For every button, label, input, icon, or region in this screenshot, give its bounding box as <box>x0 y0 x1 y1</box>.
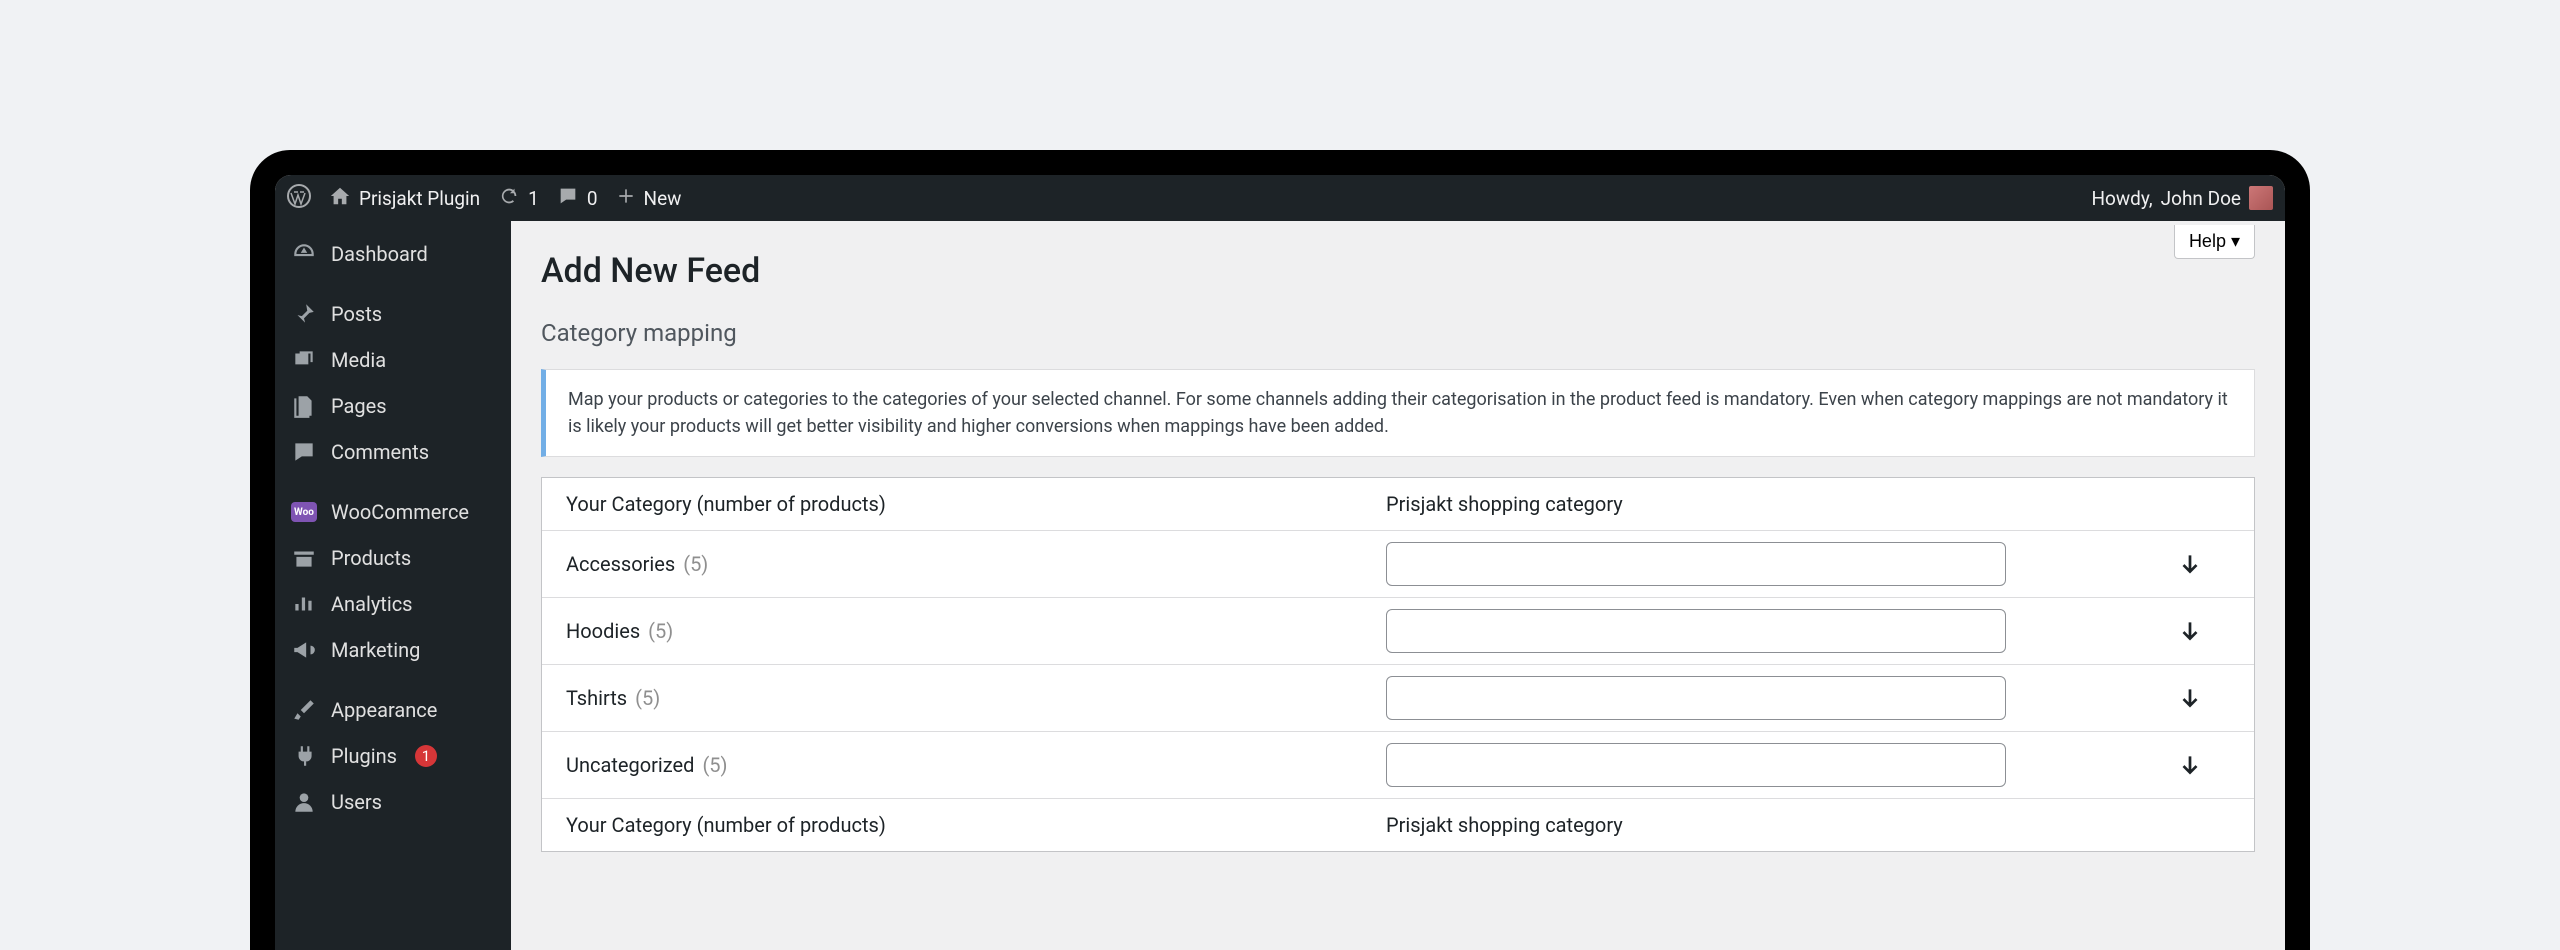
comments-count: 0 <box>587 187 598 210</box>
sidebar-item-label: Posts <box>331 302 382 326</box>
new-label: New <box>644 187 682 210</box>
sidebar-item-users[interactable]: Users <box>275 779 511 825</box>
avatar <box>2249 186 2273 210</box>
pin-icon <box>291 301 317 327</box>
help-button[interactable]: Help ▾ <box>2174 225 2255 259</box>
table-row: Tshirts (5) <box>542 664 2254 731</box>
arrow-down-icon <box>2177 752 2203 778</box>
analytics-icon <box>291 591 317 617</box>
refresh-icon <box>498 185 520 212</box>
arrow-down-icon <box>2177 551 2203 577</box>
table-header: Your Category (number of products) Prisj… <box>542 478 2254 530</box>
pages-icon <box>291 393 317 419</box>
updates-count: 1 <box>528 187 539 210</box>
category-name: Uncategorized <box>566 753 694 777</box>
category-count: (5) <box>702 753 727 777</box>
col-footer-left: Your Category (number of products) <box>566 813 1386 837</box>
category-name: Hoodies <box>566 619 640 643</box>
category-mapping-input[interactable] <box>1386 609 2006 653</box>
sidebar-item-plugins[interactable]: Plugins 1 <box>275 733 511 779</box>
category-mapping-input[interactable] <box>1386 743 2006 787</box>
home-icon <box>329 185 351 212</box>
info-notice: Map your products or categories to the c… <box>541 369 2255 457</box>
products-icon <box>291 545 317 571</box>
category-count: (5) <box>683 552 708 576</box>
sidebar-item-dashboard[interactable]: Dashboard <box>275 231 511 277</box>
megaphone-icon <box>291 637 317 663</box>
wordpress-icon <box>287 184 311 213</box>
screen: Prisjakt Plugin 1 0 <box>275 175 2285 950</box>
admin-bar: Prisjakt Plugin 1 0 <box>275 175 2285 221</box>
updates-link[interactable]: 1 <box>498 185 539 212</box>
table-row: Hoodies (5) <box>542 597 2254 664</box>
new-content-link[interactable]: New <box>616 186 682 211</box>
sidebar-item-posts[interactable]: Posts <box>275 291 511 337</box>
sidebar-item-label: Products <box>331 546 411 570</box>
category-name: Accessories <box>566 552 675 576</box>
plug-icon <box>291 743 317 769</box>
apply-down-button[interactable] <box>2150 551 2230 577</box>
sidebar-item-label: Pages <box>331 394 387 418</box>
category-mapping-input[interactable] <box>1386 676 2006 720</box>
category-count: (5) <box>648 619 673 643</box>
sidebar-item-label: Analytics <box>331 592 413 616</box>
sidebar-item-marketing[interactable]: Marketing <box>275 627 511 673</box>
col-header-right: Prisjakt shopping category <box>1386 492 2230 516</box>
sidebar-item-label: Marketing <box>331 638 420 662</box>
sidebar-item-label: Users <box>331 790 382 814</box>
comment-icon <box>557 185 579 212</box>
category-name-cell: Uncategorized (5) <box>566 753 1386 777</box>
sidebar-item-media[interactable]: Media <box>275 337 511 383</box>
category-name-cell: Accessories (5) <box>566 552 1386 576</box>
sidebar-item-pages[interactable]: Pages <box>275 383 511 429</box>
sidebar-item-comments[interactable]: Comments <box>275 429 511 475</box>
table-row: Uncategorized (5) <box>542 731 2254 798</box>
comments-link[interactable]: 0 <box>557 185 598 212</box>
category-name-cell: Hoodies (5) <box>566 619 1386 643</box>
wp-logo[interactable] <box>287 184 311 213</box>
dashboard-icon <box>291 241 317 267</box>
sidebar-item-label: Appearance <box>331 698 437 722</box>
category-name-cell: Tshirts (5) <box>566 686 1386 710</box>
category-count: (5) <box>635 686 660 710</box>
plus-icon <box>616 186 636 211</box>
page-title: Add New Feed <box>541 221 2255 291</box>
col-footer-right: Prisjakt shopping category <box>1386 813 2230 837</box>
sidebar-item-label: WooCommerce <box>331 500 469 524</box>
update-count-badge: 1 <box>415 745 437 767</box>
category-mapping-input[interactable] <box>1386 542 2006 586</box>
apply-down-button[interactable] <box>2150 618 2230 644</box>
user-name: John Doe <box>2161 187 2241 210</box>
comment-icon <box>291 439 317 465</box>
sidebar-item-woocommerce[interactable]: Woo WooCommerce <box>275 489 511 535</box>
category-name: Tshirts <box>566 686 627 710</box>
user-icon <box>291 789 317 815</box>
site-name-link[interactable]: Prisjakt Plugin <box>329 185 480 212</box>
category-mapping-table: Your Category (number of products) Prisj… <box>541 477 2255 852</box>
howdy-prefix: Howdy, <box>2092 187 2153 210</box>
apply-down-button[interactable] <box>2150 752 2230 778</box>
sidebar-item-label: Media <box>331 348 386 372</box>
laptop-frame: Prisjakt Plugin 1 0 <box>250 150 2310 950</box>
sidebar-item-products[interactable]: Products <box>275 535 511 581</box>
site-name-text: Prisjakt Plugin <box>359 187 480 210</box>
apply-down-button[interactable] <box>2150 685 2230 711</box>
table-footer: Your Category (number of products) Prisj… <box>542 798 2254 851</box>
admin-sidebar: Dashboard Posts Media Pages Comments Woo WooCo… <box>275 221 511 950</box>
table-row: Accessories (5) <box>542 530 2254 597</box>
media-icon <box>291 347 317 373</box>
user-menu[interactable]: Howdy, John Doe <box>2092 186 2274 210</box>
section-title: Category mapping <box>541 319 2255 347</box>
brush-icon <box>291 697 317 723</box>
sidebar-item-label: Dashboard <box>331 242 428 266</box>
woo-icon: Woo <box>291 499 317 525</box>
sidebar-item-appearance[interactable]: Appearance <box>275 687 511 733</box>
col-header-left: Your Category (number of products) <box>566 492 1386 516</box>
arrow-down-icon <box>2177 618 2203 644</box>
sidebar-item-label: Plugins <box>331 744 397 768</box>
arrow-down-icon <box>2177 685 2203 711</box>
sidebar-item-analytics[interactable]: Analytics <box>275 581 511 627</box>
sidebar-item-label: Comments <box>331 440 429 464</box>
content-area: Help ▾ Add New Feed Category mapping Map… <box>511 221 2285 950</box>
